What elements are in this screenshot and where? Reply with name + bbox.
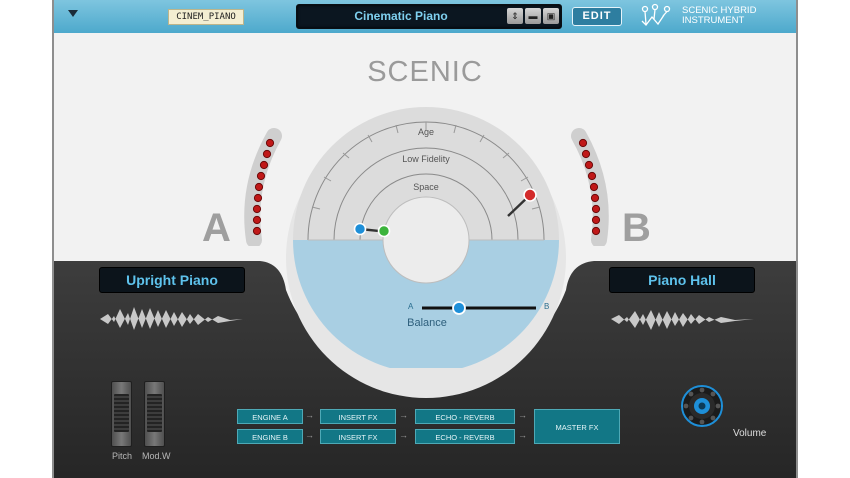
arrow-right-icon: →: [518, 410, 527, 420]
dial-label-low-fidelity: Low Fidelity: [402, 154, 450, 164]
green-handle-icon[interactable]: [377, 224, 391, 238]
meter-a: [244, 128, 282, 246]
dial-center: [382, 196, 470, 284]
echo-reverb-b-button[interactable]: ECHO - REVERB: [415, 429, 515, 444]
insert-fx-b-button[interactable]: INSERT FX: [320, 429, 396, 444]
red-handle-icon[interactable]: [523, 188, 537, 202]
page-title: SCENIC: [367, 56, 483, 88]
arrow-right-icon: →: [305, 430, 314, 440]
waveform-a: [100, 307, 243, 330]
blue-handle-icon[interactable]: [353, 222, 367, 236]
mod-wheel[interactable]: [144, 381, 165, 447]
pitch-label: Pitch: [112, 451, 133, 461]
dial-label-age: Age: [418, 127, 434, 137]
layer-a-sound-display[interactable]: Upright Piano: [99, 267, 245, 293]
instrument-window: CINEM_PIANO Cinematic Piano ⇕ ▬ ▣ EDIT S…: [52, 0, 798, 478]
dial-label-space: Space: [413, 182, 439, 192]
volume-knob[interactable]: [680, 384, 724, 428]
echo-reverb-a-button[interactable]: ECHO - REVERB: [415, 409, 515, 424]
meter-b-leds: [578, 138, 601, 236]
mod-label: Mod.W: [142, 451, 171, 461]
balance-a-label: A: [408, 302, 414, 311]
layer-b-sound-display[interactable]: Piano Hall: [609, 267, 755, 293]
balance-b-label: B: [544, 302, 550, 311]
meter-b: [571, 128, 609, 246]
arrow-right-icon: →: [305, 410, 314, 420]
insert-fx-a-button[interactable]: INSERT FX: [320, 409, 396, 424]
volume-label: Volume: [733, 428, 767, 439]
waveform-b: [611, 310, 754, 330]
layer-b-letter: B: [622, 206, 651, 250]
arrow-right-icon: →: [399, 430, 408, 440]
arrow-right-icon: →: [399, 410, 408, 420]
meter-a-leds: [252, 138, 275, 236]
layer-a-letter: A: [202, 206, 231, 250]
pitch-wheel[interactable]: [111, 381, 132, 447]
arrow-right-icon: →: [518, 430, 527, 440]
master-fx-button[interactable]: MASTER FX: [534, 409, 620, 444]
engine-b-button[interactable]: ENGINE B: [237, 429, 303, 444]
engine-a-button[interactable]: ENGINE A: [237, 409, 303, 424]
balance-handle-icon[interactable]: [452, 301, 466, 315]
